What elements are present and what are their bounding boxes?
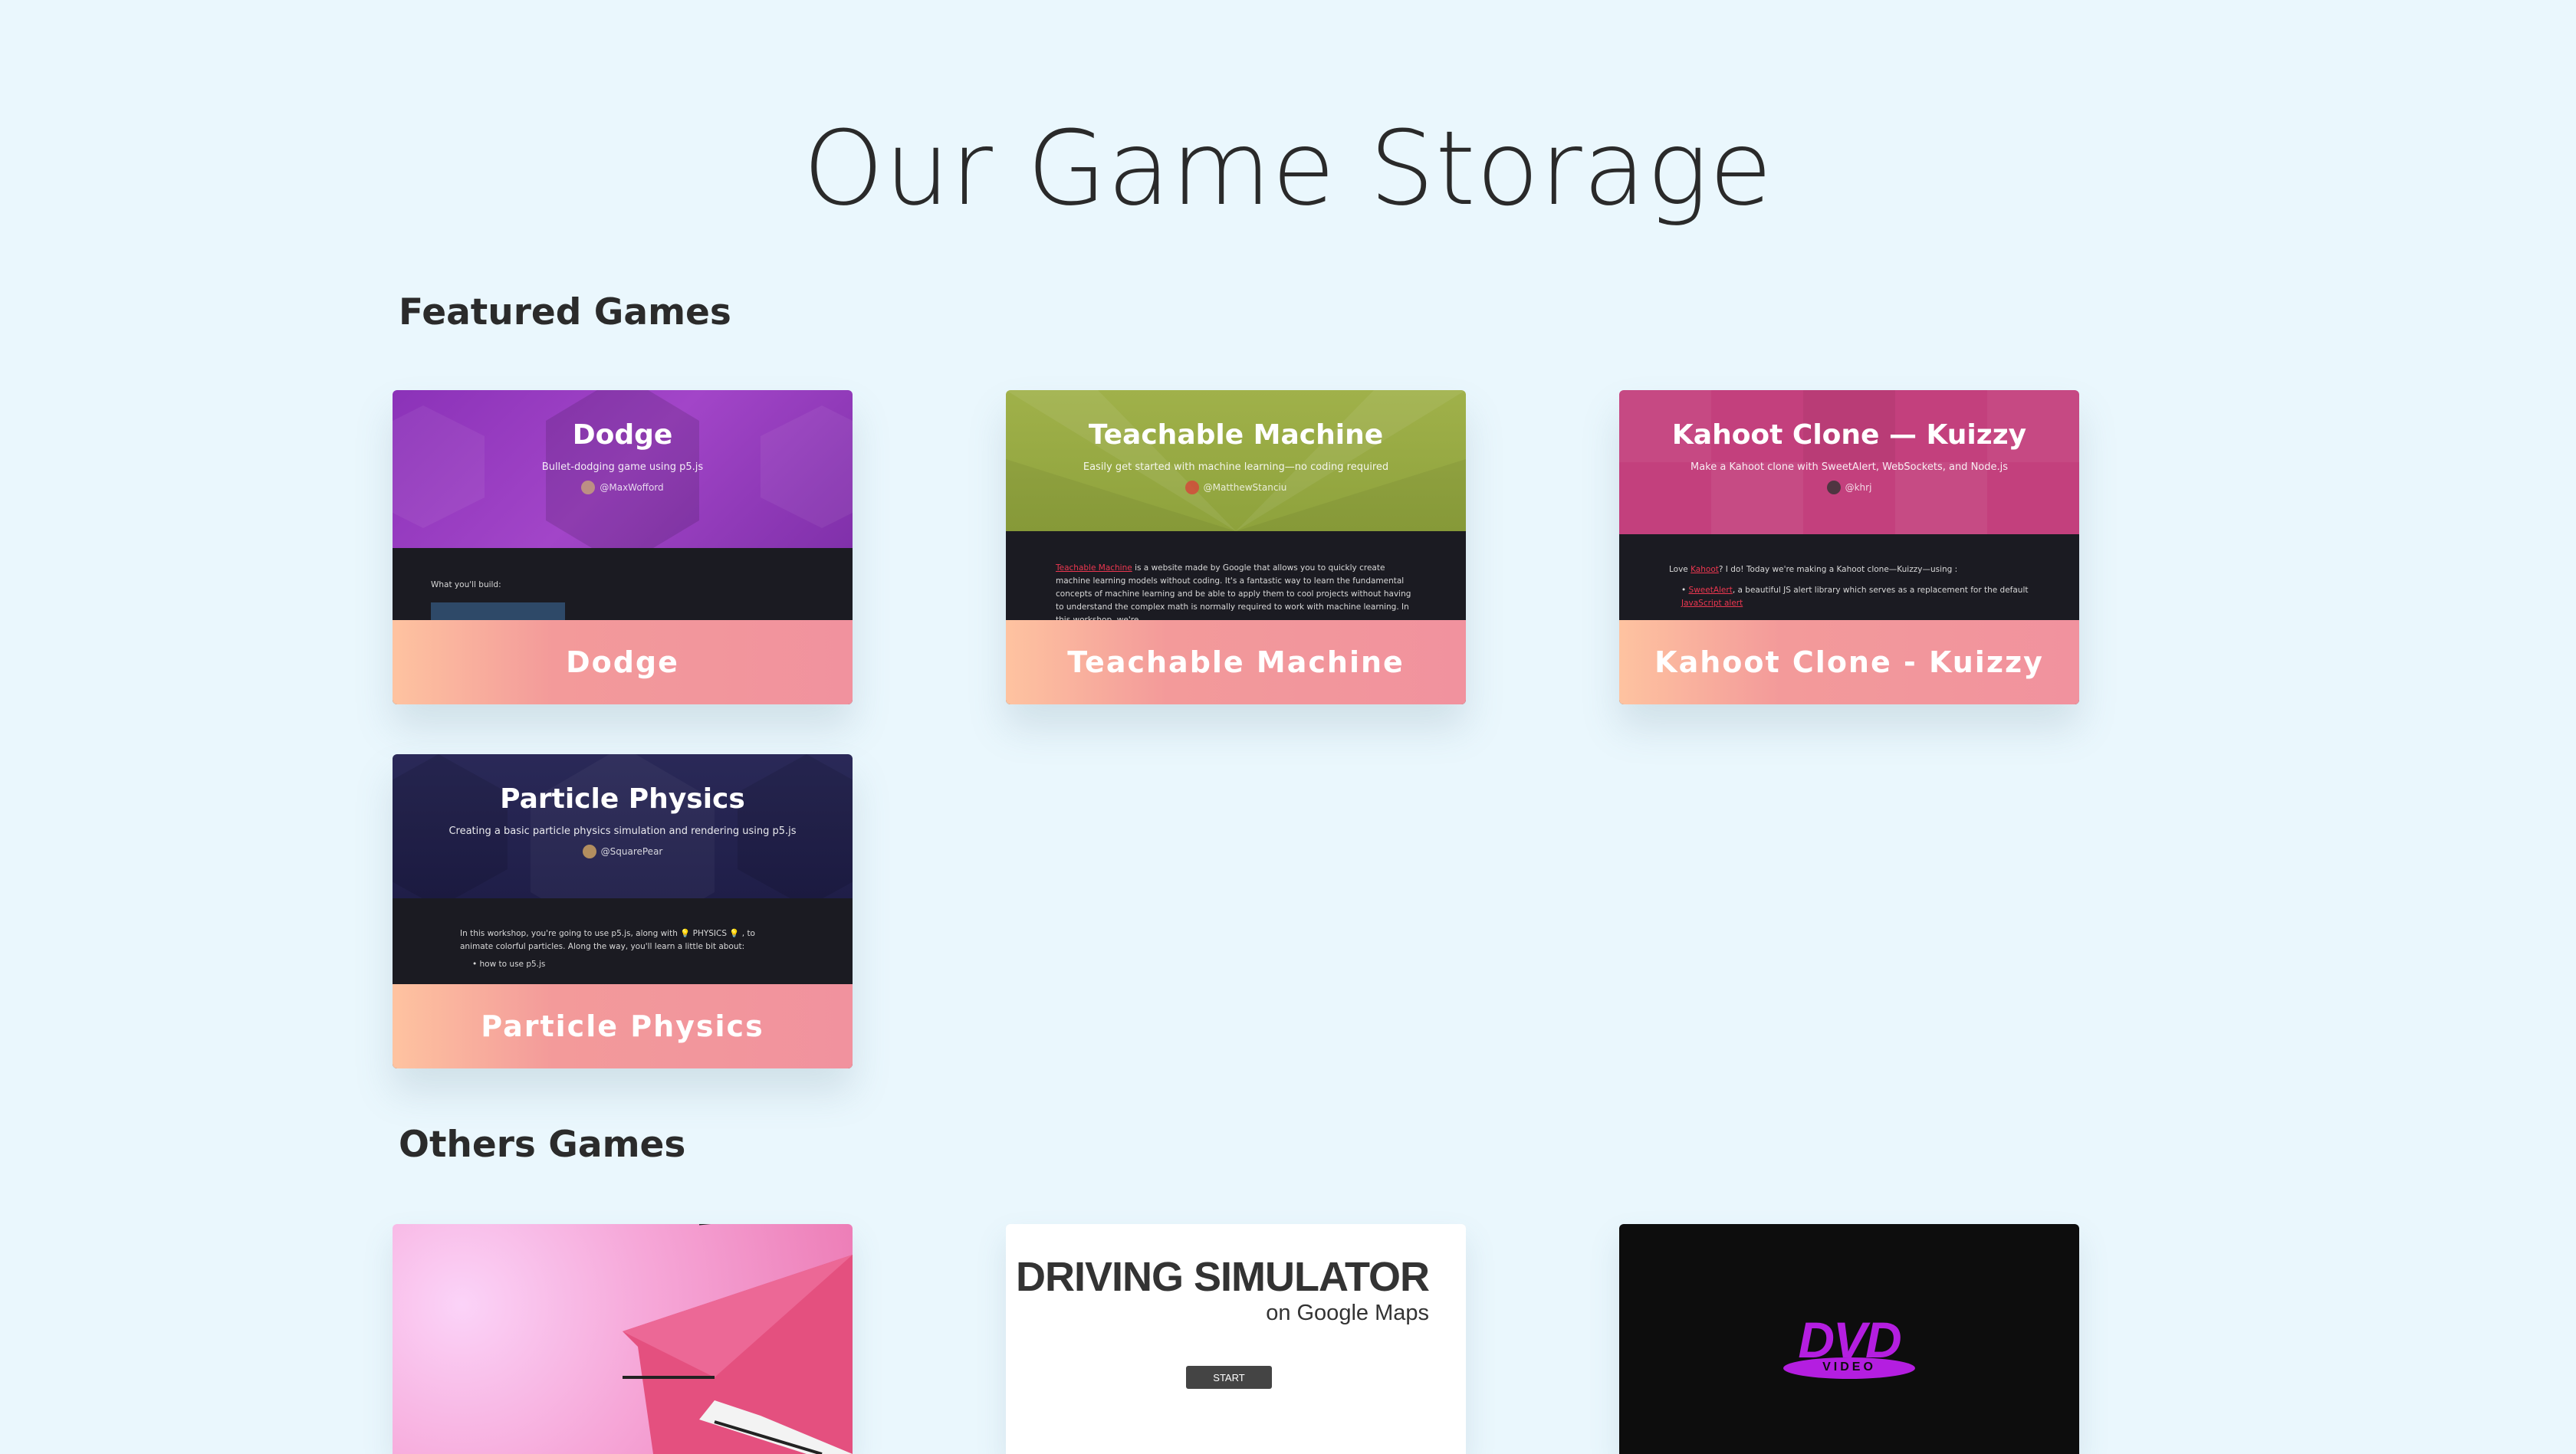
driving-simulator-title: DRIVING SIMULATOR [1015,1254,1430,1300]
thumb-subtitle: Bullet-dodging game using p5.js [541,461,704,473]
game-card-teachable-machine[interactable]: Teachable Machine Easily get started wit… [1006,390,1466,704]
thumb-body-text: What you'll build: [431,580,501,589]
driving-simulator-subtitle: on Google Maps [1266,1301,1429,1325]
card-label: Kahoot Clone - Kuizzy [1619,620,2079,704]
page-title: Our Game Storage [803,109,1773,228]
thumb-author: @SquarePear [582,845,662,858]
thumb-title: Teachable Machine [1088,419,1384,451]
game-card-particle-physics[interactable]: Particle Physics Creating a basic partic… [393,754,853,1068]
card-label: Particle Physics [393,984,853,1068]
card-label: Teachable Machine [1006,620,1466,704]
thumb-title: Kahoot Clone — Kuizzy [1671,419,2027,451]
thumb-body-text: In this workshop, you're going to use p5… [460,929,755,951]
thumb-body-text: is a website made by Google that allows … [1056,563,1411,625]
avatar [582,845,596,858]
javascript-alert-link[interactable]: JavaScript alert [1681,599,1743,608]
others-heading: Others Games [399,1124,686,1166]
other-game-card-dvd[interactable]: DVD VIDEO [1619,1224,2079,1454]
avatar [1826,481,1841,494]
start-button[interactable]: START [1186,1366,1272,1389]
featured-heading: Featured Games [399,291,731,333]
other-game-card-pink[interactable] [393,1224,853,1454]
thumb-title: Dodge [572,419,673,451]
sweetalert-link[interactable]: SweetAlert [1689,586,1733,595]
list-item: • SweetAlert, a beautiful JS alert libra… [1681,586,2029,608]
dvd-logo: DVD VIDEO [1765,1313,1934,1379]
thumb-author: @MatthewStanciu [1184,481,1286,494]
teachable-machine-link[interactable]: Teachable Machine [1056,563,1132,573]
game-card-kahoot-clone[interactable]: Kahoot Clone — Kuizzy Make a Kahoot clon… [1619,390,2079,704]
kahoot-link[interactable]: Kahoot [1691,565,1719,574]
thumb-title: Particle Physics [500,783,745,815]
avatar [1184,481,1199,494]
thumb-author: @khrj [1826,481,1871,494]
thumb-subtitle: Creating a basic particle physics simula… [449,825,797,837]
thumb-author: @MaxWofford [581,481,664,494]
pink-shapes-preview [623,1224,853,1454]
thumb-subtitle: Easily get started with machine learning… [1083,461,1389,473]
list-item: • how to use p5.js [472,960,546,969]
thumb-subtitle: Make a Kahoot clone with SweetAlert, Web… [1690,461,2009,473]
game-card-dodge[interactable]: Dodge Bullet-dodging game using p5.js @M… [393,390,853,704]
avatar [581,481,596,494]
card-label: Dodge [393,620,853,704]
other-game-card-driving-simulator[interactable]: DRIVING SIMULATOR on Google Maps START [1006,1224,1466,1454]
